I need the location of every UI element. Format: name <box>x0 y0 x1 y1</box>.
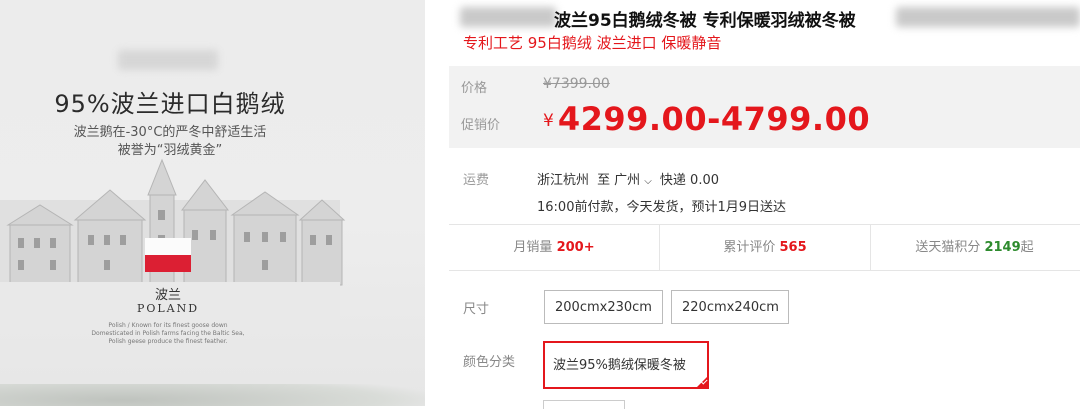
blurred-logo <box>118 50 218 70</box>
review-count-label: 累计评价 <box>723 240 776 255</box>
original-price: ¥7399.00 <box>543 76 610 92</box>
checkmark-icon <box>696 376 708 388</box>
review-count[interactable]: 累计评价 565 <box>659 225 871 270</box>
foliage-decoration <box>0 384 425 406</box>
review-count-value: 565 <box>779 240 807 255</box>
size-option-220x240[interactable]: 220cmx240cm <box>671 290 789 324</box>
delivery-estimate: 16:00前付款，今天发货，预计1月9日送达 <box>537 200 787 215</box>
shipping-label: 运费 <box>463 173 490 188</box>
price-label: 价格 <box>461 81 488 96</box>
promo-price: ¥4299.00-4799.00 <box>543 100 870 138</box>
blurred-brand-left <box>460 7 556 27</box>
option-partial[interactable] <box>543 400 625 409</box>
size-option-200x230[interactable]: 200cmx230cm <box>544 290 663 324</box>
ship-method: 快递 0.00 <box>659 173 719 188</box>
monthly-sales: 月销量 200+ <box>449 225 659 270</box>
promo-price-value: 4299.00-4799.00 <box>557 100 871 138</box>
image-note-3: Polish geese produce the finest feather. <box>108 338 228 345</box>
color-option-selected[interactable]: 波兰95%鹅绒保暖冬被 <box>543 341 709 389</box>
color-label: 颜色分类 <box>463 355 516 370</box>
ship-destination-select[interactable]: 广州 ⌵ <box>614 173 656 188</box>
price-panel: 价格 ¥7399.00 促销价 ¥4299.00-4799.00 <box>449 66 1080 148</box>
ship-from: 浙江杭州 <box>537 173 590 188</box>
blurred-brand-right <box>896 7 1080 27</box>
reward-points: 送天猫积分 2149起 <box>869 225 1080 270</box>
image-note-2: Domesticated in Polish farms facing the … <box>91 330 245 337</box>
promo-price-label: 促销价 <box>461 118 501 133</box>
poland-flag <box>145 238 191 272</box>
ship-to-word: 至 <box>597 173 611 188</box>
sales-stats: 月销量 200+ 累计评价 565 送天猫积分 2149起 <box>449 224 1080 271</box>
product-image: 95%波兰进口白鹅绒 波兰鹅在-30°C的严冬中舒适生活 被誉为“羽绒黄金” 波… <box>0 0 425 406</box>
product-title: 波兰95白鹅绒冬被 专利保暖羽绒被冬被 <box>554 11 856 31</box>
image-note-1: Polish / Known for its finest goose down <box>108 322 228 329</box>
product-title-row: 波兰95白鹅绒冬被 专利保暖羽绒被冬被 <box>456 4 1080 31</box>
reward-points-suffix: 起 <box>1020 240 1034 255</box>
reward-points-value: 2149 <box>984 240 1021 255</box>
color-option-label: 波兰95%鹅绒保暖冬被 <box>553 358 686 373</box>
ship-destination: 广州 <box>614 173 641 188</box>
country-name-en: POLAND <box>136 302 200 315</box>
product-subtitle: 专利工艺 95白鹅绒 波兰进口 保暖静音 <box>463 34 722 52</box>
image-headline: 95%波兰进口白鹅绒 <box>54 90 286 118</box>
country-name-cn: 波兰 <box>154 288 181 303</box>
chevron-down-icon: ⌵ <box>644 176 652 187</box>
monthly-sales-label: 月销量 <box>513 240 553 255</box>
currency-symbol: ¥ <box>543 111 554 131</box>
size-label: 尺寸 <box>463 302 490 317</box>
monthly-sales-value: 200+ <box>556 240 595 255</box>
shipping-info: 浙江杭州 至广州 ⌵ 快递 0.00 <box>537 169 723 188</box>
image-subline-1: 波兰鹅在-30°C的严冬中舒适生活 <box>73 125 267 140</box>
reward-points-label: 送天猫积分 <box>915 240 981 255</box>
